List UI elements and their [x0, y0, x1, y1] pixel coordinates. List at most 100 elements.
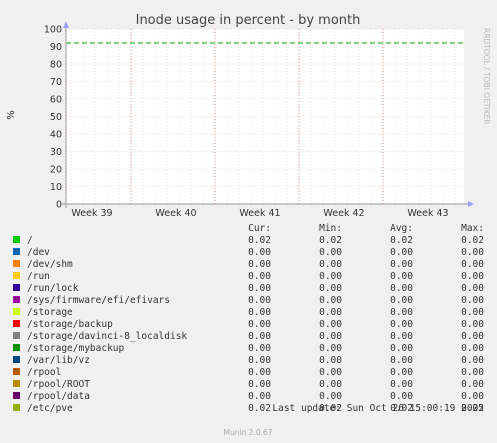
legend-cur-value: 0.02 — [248, 403, 271, 414]
legend-swatch — [13, 272, 20, 279]
legend-name: /dev — [27, 247, 50, 258]
legend-row: /run 0.00 0.00 0.00 0.00 — [13, 271, 484, 282]
legend-cur-value: 0.00 — [248, 295, 271, 306]
legend-max-value: 0.00 — [461, 391, 484, 402]
legend-swatch — [13, 320, 20, 327]
legend-row: /dev 0.00 0.00 0.00 0.00 — [13, 247, 484, 258]
legend-max-value: 0.00 — [461, 343, 484, 354]
legend-header: Cur: Min: Avg: Max: — [248, 223, 484, 234]
y-tick-label: 30 — [50, 147, 62, 158]
legend-swatch — [13, 380, 20, 387]
x-tick-label: Week 41 — [239, 208, 280, 219]
legend-cur-value: 0.00 — [248, 259, 271, 270]
legend-col-cur: Cur: — [248, 223, 271, 234]
legend-max-value: 0.00 — [461, 319, 484, 330]
legend-cur-value: 0.00 — [248, 319, 271, 330]
legend-name: /storage/backup — [27, 319, 113, 330]
legend-name: /storage — [27, 307, 73, 318]
legend-col-min: Min: — [319, 223, 342, 234]
y-tick-label: 60 — [50, 95, 62, 106]
legend-row: /rpool 0.00 0.00 0.00 0.00 — [13, 367, 484, 378]
legend-name: /storage/mybackup — [27, 343, 125, 354]
legend-name: /rpool/ROOT — [27, 379, 90, 390]
x-tick-label: Week 40 — [155, 208, 196, 219]
legend-name: /rpool/data — [27, 391, 90, 402]
y-tick-label: 90 — [50, 42, 62, 53]
x-tick-label: Week 42 — [323, 208, 364, 219]
legend-cur-value: 0.00 — [248, 283, 271, 294]
legend-min-value: 0.00 — [319, 391, 342, 402]
legend-avg-value: 0.00 — [390, 307, 413, 318]
legend-swatch — [13, 392, 20, 399]
legend-name: /storage/davinci-8_localdisk — [27, 331, 187, 342]
legend-name: /sys/firmware/efi/efivars — [27, 295, 170, 306]
y-tick-labels: 0 10 20 30 40 50 60 70 80 90 100 — [44, 25, 62, 211]
legend-swatch — [13, 260, 20, 267]
y-tick-label: 100 — [44, 25, 62, 36]
legend-cur-value: 0.00 — [248, 343, 271, 354]
legend-avg-value: 0.00 — [390, 283, 413, 294]
legend-swatch — [13, 368, 20, 375]
legend-max-value: 0.00 — [461, 331, 484, 342]
legend-avg-value: 0.00 — [390, 319, 413, 330]
legend-cur-value: 0.00 — [248, 379, 271, 390]
legend-swatch — [13, 284, 20, 291]
legend-swatch — [13, 356, 20, 363]
legend-max-value: 0.00 — [461, 379, 484, 390]
legend-min-value: 0.00 — [319, 343, 342, 354]
y-tick-label: 0 — [56, 200, 62, 211]
legend-min-value: 0.00 — [319, 331, 342, 342]
legend-min-value: 0.00 — [319, 271, 342, 282]
legend-min-value: 0.00 — [319, 319, 342, 330]
legend-avg-value: 0.00 — [390, 295, 413, 306]
legend-row: /storage/mybackup 0.00 0.00 0.00 0.00 — [13, 343, 484, 354]
legend-name: /run — [27, 271, 50, 282]
y-axis-arrow-icon — [63, 21, 69, 28]
legend-name: /rpool — [27, 367, 61, 378]
legend-row: /sys/firmware/efi/efivars 0.00 0.00 0.00 0.0… — [13, 295, 484, 306]
legend-max-value: 0.00 — [461, 271, 484, 282]
legend-cur-value: 0.00 — [248, 367, 271, 378]
y-tick-label: 10 — [50, 182, 62, 193]
y-tick-label: 50 — [50, 112, 62, 123]
legend-cur-value: 0.00 — [248, 247, 271, 258]
legend-row: /storage/davinci-8_localdisk 0.00 0.00 0.00… — [13, 331, 484, 342]
legend-row: /dev/shm 0.00 0.00 0.00 0.00 — [13, 259, 484, 270]
legend-avg-value: 0.00 — [390, 367, 413, 378]
legend-swatch — [13, 332, 20, 339]
x-axis-arrow-icon — [468, 201, 474, 207]
legend-max-value: 0.00 — [461, 283, 484, 294]
legend-name: /dev/shm — [27, 259, 73, 270]
legend-max-value: 0.00 — [461, 247, 484, 258]
y-tick-label: 20 — [50, 165, 62, 176]
legend-row: / 0.02 0.02 0.02 0.02 — [13, 235, 484, 246]
legend-max-value: 0.00 — [461, 295, 484, 306]
legend-swatch — [13, 236, 20, 243]
legend-cur-value: 0.00 — [248, 391, 271, 402]
legend-min-value: 0.00 — [319, 367, 342, 378]
legend-swatch — [13, 296, 20, 303]
legend-col-avg: Avg: — [390, 223, 413, 234]
legend-row: /storage 0.00 0.00 0.00 0.00 — [13, 307, 484, 318]
legend-min-value: 0.00 — [319, 355, 342, 366]
legend-cur-value: 0.00 — [248, 331, 271, 342]
legend-cur-value: 0.00 — [248, 355, 271, 366]
legend-cur-value: 0.00 — [248, 307, 271, 318]
legend-col-max: Max: — [461, 223, 484, 234]
legend-avg-value: 0.00 — [390, 247, 413, 258]
chart-title: Inode usage in percent - by month — [136, 13, 361, 28]
legend-swatch — [13, 248, 20, 255]
legend-min-value: 0.00 — [319, 283, 342, 294]
legend-min-value: 0.00 — [319, 295, 342, 306]
x-tick-labels: Week 39 Week 40 Week 41 Week 42 Week 43 — [71, 208, 448, 219]
legend-max-value: 0.00 — [461, 307, 484, 318]
legend-name: /run/lock — [27, 283, 79, 294]
rrdtool-side-label: RRDTOOL / TOBI OETIKER — [482, 28, 491, 125]
legend-min-value: 0.00 — [319, 379, 342, 390]
legend-avg-value: 0.00 — [390, 391, 413, 402]
legend-max-value: 0.00 — [461, 367, 484, 378]
legend-min-value: 0.00 — [319, 307, 342, 318]
legend-swatch — [13, 308, 20, 315]
legend-avg-value: 0.02 — [390, 235, 413, 246]
y-tick-label: 80 — [50, 60, 62, 71]
